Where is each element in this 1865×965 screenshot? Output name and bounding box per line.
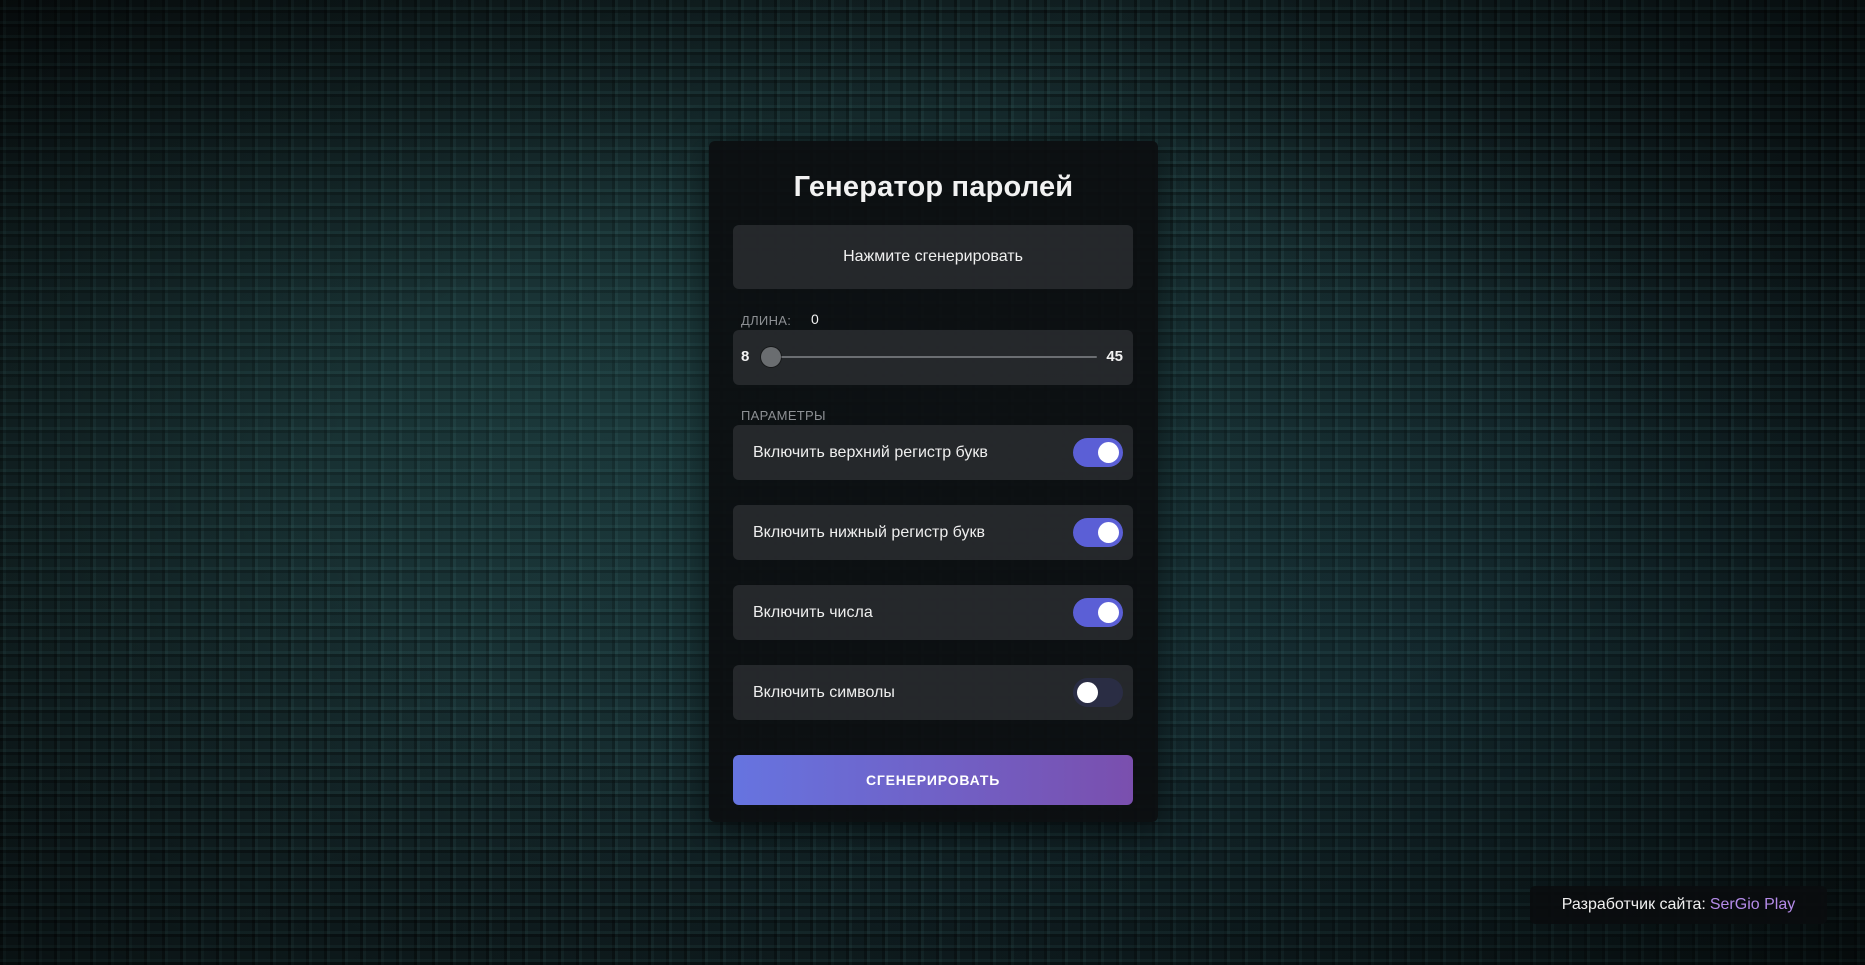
length-slider-container: 8 45 [733,330,1133,385]
toggle-knob [1077,682,1098,703]
password-output[interactable]: Нажмите сгенерировать [733,225,1133,289]
password-generator-card: Генератор паролей Нажмите сгенерировать … [709,141,1158,822]
password-output-text: Нажмите сгенерировать [843,248,1023,265]
length-slider-thumb[interactable] [761,347,781,367]
option-symbols-label: Включить символы [753,684,895,701]
option-numbers: Включить числа [733,585,1133,640]
toggle-lowercase[interactable] [1073,518,1123,547]
toggle-knob [1098,522,1119,543]
option-symbols: Включить символы [733,665,1133,720]
params-label: ПАРАМЕТРЫ [741,408,826,423]
credit-prefix: Разработчик сайта: [1561,896,1706,913]
slider-max-label: 45 [1106,348,1123,365]
toggle-symbols[interactable] [1073,678,1123,707]
credit-author-link[interactable]: SerGio Play [1710,896,1795,914]
length-value: 0 [811,311,819,327]
generate-button[interactable]: СГЕНЕРИРОВАТЬ [733,755,1133,805]
option-lowercase-label: Включить нижный регистр букв [753,524,985,541]
option-numbers-label: Включить числа [753,604,873,621]
toggle-uppercase[interactable] [1073,438,1123,467]
option-uppercase-label: Включить верхний регистр букв [753,444,988,461]
option-uppercase: Включить верхний регистр букв [733,425,1133,480]
slider-min-label: 8 [741,348,750,365]
toggle-numbers[interactable] [1073,598,1123,627]
option-lowercase: Включить нижный регистр букв [733,505,1133,560]
toggle-knob [1098,442,1119,463]
toggle-knob [1098,602,1119,623]
length-slider-track[interactable] [761,347,1097,367]
page-title: Генератор паролей [793,171,1074,203]
developer-credit: Разработчик сайта: SerGio Play [1530,886,1827,924]
length-label: ДЛИНА: [741,313,792,328]
